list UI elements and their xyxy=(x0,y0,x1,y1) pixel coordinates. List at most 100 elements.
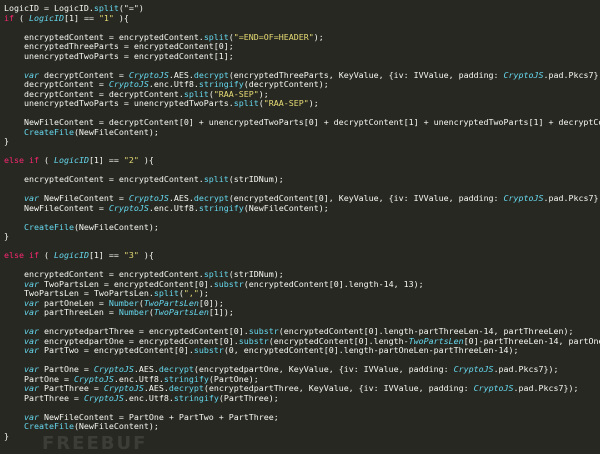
code-function: CreateFile xyxy=(23,127,74,137)
code-function: CreateFile xyxy=(23,222,74,232)
code-function: decrypt xyxy=(193,70,229,80)
code-text: decryptContent = xyxy=(38,70,129,80)
code-text: encryptedContent = encryptedContent. xyxy=(4,32,204,42)
code-text: (encryptedpartThree, KeyValue, {iv: IVVa… xyxy=(203,384,474,393)
code-identifier: CryptoJS xyxy=(103,384,144,393)
code-line: decryptContent = decryptContent.split("R… xyxy=(4,90,600,100)
code-identifier: var xyxy=(4,279,39,289)
code-text: (decryptContent); xyxy=(243,80,329,89)
code-line: CreateFile(NewFileContent); xyxy=(4,128,600,138)
code-text: (encryptedContent[0].length- xyxy=(268,336,409,346)
code-text: PartOne = xyxy=(38,365,94,374)
code-function: CreateFile xyxy=(23,422,74,431)
code-line: var partOneLen = Number(TwoPartsLen[0]); xyxy=(4,299,600,309)
code-text: NewFileContent = xyxy=(38,194,129,203)
code-text: PartTwo = encryptedContent[0]. xyxy=(38,346,194,355)
code-line: if ( LogicID[1] == "1" ){ xyxy=(4,14,600,24)
code-text: .AES. xyxy=(133,365,159,374)
code-line: CreateFile(NewFileContent); xyxy=(4,422,600,432)
code-keyword: if xyxy=(4,13,14,23)
code-identifier: var xyxy=(4,70,39,80)
code-identifier: var xyxy=(4,298,39,308)
code-function: split xyxy=(93,4,119,13)
code-line: var partThreeLen = Number(TwoPartsLen[1]… xyxy=(4,308,600,318)
code-identifier: var xyxy=(4,336,39,346)
code-line: encryptedContent = encryptedContent.spli… xyxy=(4,175,600,185)
code-text: encryptedThreeParts = encryptedContent[0… xyxy=(4,42,234,51)
code-line: var NewFileContent = PartOne + PartTwo +… xyxy=(4,413,600,423)
code-identifier: CryptoJS xyxy=(453,365,494,374)
code-text: ( xyxy=(38,156,54,165)
code-line: var PartThree = CryptoJS.AES.decrypt(enc… xyxy=(4,384,600,394)
code-text: ); xyxy=(258,89,269,99)
code-identifier: var xyxy=(4,308,39,317)
code-line: else if ( LogicID[1] == "3" ){ xyxy=(4,251,600,261)
code-line: else if ( LogicID[1] == "2" ){ xyxy=(4,156,600,166)
code-function: Number xyxy=(118,308,149,317)
code-text: (PartOne); xyxy=(208,374,259,384)
code-text: NewFileContent = xyxy=(4,203,109,213)
code-line: } xyxy=(4,137,600,147)
code-function: split xyxy=(203,175,229,184)
code-text: LogicID = LogicID. xyxy=(4,4,94,13)
code-line: encryptedThreeParts = encryptedContent[0… xyxy=(4,42,600,52)
code-identifier: LogicID xyxy=(53,156,89,165)
code-text: [0]); xyxy=(198,298,224,308)
code-identifier: CryptoJS xyxy=(503,194,544,203)
code-function: Number xyxy=(108,298,139,308)
code-identifier: var xyxy=(4,412,39,422)
code-function: decrypt xyxy=(193,194,229,203)
code-text: [1] == xyxy=(88,156,124,165)
code-function: split xyxy=(203,270,229,279)
code-function: stringify xyxy=(198,203,244,213)
code-text: .pad.Pkcs7}); xyxy=(543,194,600,203)
code-function: substr xyxy=(213,279,244,289)
code-function: stringify xyxy=(173,393,219,403)
code-text: encryptedpartOne = encryptedContent[0]. xyxy=(38,336,239,346)
code-string: "3" xyxy=(123,251,139,260)
code-text: } xyxy=(4,137,9,146)
code-area[interactable]: LogicID = LogicID.split("=") if ( LogicID… xyxy=(4,4,600,441)
code-text: decryptContent = xyxy=(4,80,109,89)
code-text: NewFileContent = decryptContent[0] + une… xyxy=(4,118,600,127)
code-function: substr xyxy=(193,346,224,355)
code-identifier: CryptoJS xyxy=(108,80,149,89)
code-text: (strIDNum); xyxy=(228,175,284,184)
code-text: decryptContent = decryptContent. xyxy=(4,89,184,99)
code-function: stringify xyxy=(198,80,244,89)
code-identifier: CryptoJS xyxy=(108,203,149,213)
code-function: split xyxy=(153,289,179,298)
code-text: unencryptedTwoParts = encryptedContent[1… xyxy=(4,51,234,61)
code-function: split xyxy=(233,99,259,108)
code-text: [1] == xyxy=(88,251,124,260)
code-identifier: var xyxy=(4,365,39,374)
code-text: [1] == xyxy=(63,13,99,23)
code-text: ); xyxy=(313,32,324,42)
code-editor[interactable]: LogicID = LogicID.split("=") if ( LogicID… xyxy=(0,0,600,452)
code-text: (0, encryptedContent[0].length-partOneLe… xyxy=(223,346,519,355)
code-text: .pad.Pkcs7}); xyxy=(543,70,600,80)
code-string: "2" xyxy=(123,156,139,165)
code-line: NewFileContent = decryptContent[0] + une… xyxy=(4,118,600,128)
code-text: (NewFileContent); xyxy=(73,127,159,137)
code-string: "RAA-SEP" xyxy=(263,99,309,108)
code-identifier: CryptoJS xyxy=(503,70,544,80)
code-line: unencryptedTwoParts = unencryptedTwoPart… xyxy=(4,99,600,109)
code-text: TwoPartsLen = encryptedContent[0]. xyxy=(38,279,214,289)
watermark-logo: FREEBUF xyxy=(42,432,148,454)
code-text: (encryptedThreeParts, KeyValue, {iv: IVV… xyxy=(228,70,504,80)
code-line: var PartTwo = encryptedContent[0].substr… xyxy=(4,346,600,356)
code-text: ){ xyxy=(138,251,154,260)
code-identifier: var xyxy=(4,384,39,393)
code-text: .AES. xyxy=(143,384,169,393)
code-identifier: CryptoJS xyxy=(473,384,514,393)
code-text: NewFileContent = PartOne + PartTwo + Par… xyxy=(38,412,279,422)
